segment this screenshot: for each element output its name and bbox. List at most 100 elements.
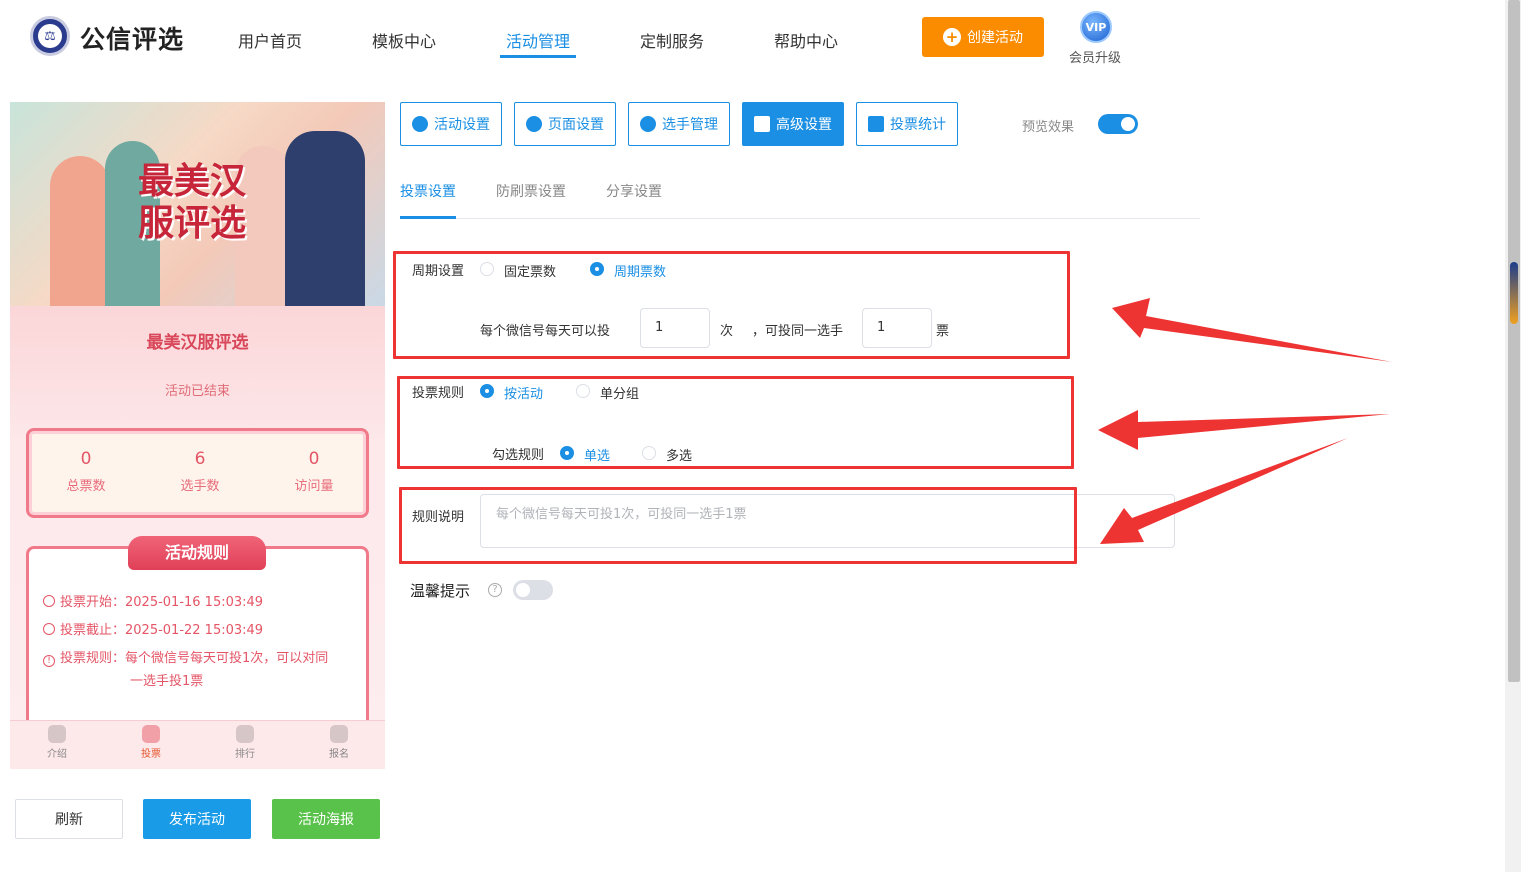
rule-end-text: 投票截止：2025-01-22 15:03:49 (60, 623, 264, 638)
nav-activity-management[interactable]: 活动管理 (506, 28, 570, 52)
stat-label: 选手数 (180, 479, 220, 494)
info-icon: ! (43, 655, 55, 667)
ranking-icon (236, 725, 254, 743)
bar-chart-icon (868, 116, 884, 132)
period-label: 周期设置 (412, 264, 465, 279)
preview-toggle[interactable] (1098, 114, 1138, 134)
preview-tab-intro[interactable]: 介绍 (10, 725, 104, 760)
subtab-divider (400, 218, 1200, 219)
vip-upgrade-link[interactable]: 会员升级 (1069, 47, 1121, 66)
vote-icon (142, 725, 160, 743)
radio-by-activity-label[interactable]: 按活动 (504, 383, 543, 402)
stat-players: 6 选手数 (143, 449, 257, 494)
radio-single-choice-label[interactable]: 单选 (584, 445, 610, 464)
nav-home[interactable]: 用户首页 (238, 28, 302, 52)
intro-icon (48, 725, 66, 743)
tab-label: 选手管理 (662, 117, 718, 133)
nav-custom-service[interactable]: 定制服务 (640, 28, 704, 52)
annotation-box-period (393, 251, 1070, 359)
nav-help-center[interactable]: 帮助中心 (774, 28, 838, 52)
tab-player-management[interactable]: 选手管理 (628, 102, 730, 146)
scrollbar-widget (1510, 262, 1518, 324)
tab-activity-settings[interactable]: 活动设置 (400, 102, 502, 146)
publish-activity-button[interactable]: 发布活动 (143, 799, 251, 839)
radio-single-group[interactable] (576, 384, 590, 398)
same-player-prefix: ，可投同一选手 (752, 324, 844, 339)
question-icon[interactable]: ? (488, 583, 502, 597)
clock-icon (43, 595, 55, 607)
radio-period-votes[interactable] (590, 262, 604, 276)
preview-tab-vote[interactable]: 投票 (104, 725, 198, 760)
per-day-unit: 次 (720, 324, 734, 339)
tab-label: 高级设置 (776, 117, 832, 133)
preview-tab-label: 介绍 (47, 749, 67, 760)
preview-tab-signup[interactable]: 报名 (292, 725, 385, 760)
warm-tip-toggle[interactable] (513, 580, 553, 600)
page-scrollbar-thumb[interactable] (1508, 0, 1520, 682)
brand-name[interactable]: 公信评选 (80, 20, 184, 56)
radio-multi-choice-label[interactable]: 多选 (666, 445, 692, 464)
clock-icon (43, 623, 55, 635)
rule-start-line: 投票开始：2025-01-16 15:03:49 (43, 591, 263, 614)
preview-activity-status: 活动已结束 (164, 384, 230, 399)
create-activity-label: 创建活动 (967, 30, 1023, 46)
stat-total-votes: 0 总票数 (29, 449, 143, 494)
users-icon (640, 116, 656, 132)
preview-rules-card: 投票开始：2025-01-16 15:03:49 投票截止：2025-01-22… (26, 546, 369, 746)
rule-end-line: 投票截止：2025-01-22 15:03:49 (43, 619, 263, 642)
radio-multi-choice[interactable] (642, 446, 656, 460)
annotation-arrow-3 (1100, 438, 1348, 544)
stat-value: 0 (308, 449, 320, 469)
tab-label: 投票统计 (890, 117, 946, 133)
create-activity-button[interactable]: + 创建活动 (922, 17, 1044, 57)
banner-figure (50, 156, 110, 306)
activity-poster-button[interactable]: 活动海报 (272, 799, 380, 839)
stat-value: 6 (194, 449, 206, 469)
settings-sliders-icon (754, 116, 770, 132)
preview-toggle-label: 预览效果 (1022, 120, 1075, 135)
radio-single-group-label[interactable]: 单分组 (600, 383, 639, 402)
stat-value: 0 (80, 449, 92, 469)
radio-fixed-votes-label[interactable]: 固定票数 (504, 261, 556, 280)
subtab-active-indicator (400, 216, 456, 219)
subtab-vote-settings[interactable]: 投票设置 (400, 181, 456, 201)
same-player-count-input[interactable]: 1 (862, 308, 932, 348)
mobile-preview: 最美汉服评选 最美汉服评选 活动已结束 0 总票数 6 选手数 0 访问量 投票… (10, 102, 385, 769)
plus-icon: + (943, 28, 961, 46)
preview-tab-label: 投票 (141, 749, 161, 760)
signup-icon (330, 725, 348, 743)
banner-title: 最美汉服评选 (138, 160, 247, 244)
radio-by-activity[interactable] (480, 384, 494, 398)
subtab-share-settings[interactable]: 分享设置 (606, 181, 662, 201)
preview-tab-label: 排行 (235, 749, 255, 760)
nav-templates[interactable]: 模板中心 (372, 28, 436, 52)
stat-label: 总票数 (66, 479, 106, 494)
star-icon (412, 116, 428, 132)
preview-tabbar: 介绍 投票 排行 报名 (10, 720, 385, 769)
tab-page-settings[interactable]: 页面设置 (514, 102, 616, 146)
annotation-arrows (1098, 298, 1392, 544)
radio-period-votes-label[interactable]: 周期票数 (614, 261, 666, 280)
banner-figure (285, 131, 365, 306)
same-player-unit: 票 (936, 324, 950, 339)
rule-start-text: 投票开始：2025-01-16 15:03:49 (60, 595, 264, 610)
warm-tip-label: 温馨提示 (410, 582, 471, 600)
annotation-arrow-1 (1112, 298, 1392, 362)
scale-icon: ⚖ (38, 24, 62, 48)
gear-icon (526, 116, 542, 132)
preview-activity-title: 最美汉服评选 (146, 333, 249, 353)
tab-advanced-settings[interactable]: 高级设置 (742, 102, 844, 146)
rule-text-line-2: 一选手投1票 (130, 674, 204, 689)
preview-tab-ranking[interactable]: 排行 (198, 725, 292, 760)
radio-single-choice[interactable] (560, 446, 574, 460)
activity-banner-image: 最美汉服评选 (10, 102, 385, 306)
refresh-button[interactable]: 刷新 (15, 799, 123, 839)
per-day-count-input[interactable]: 1 (640, 308, 710, 348)
brand-logo[interactable]: ⚖ (30, 16, 70, 56)
vip-icon[interactable]: VIP (1080, 11, 1112, 43)
radio-fixed-votes[interactable] (480, 262, 494, 276)
subtab-anti-fraud[interactable]: 防刷票设置 (496, 181, 566, 201)
preview-tab-label: 报名 (329, 749, 349, 760)
preview-stats-card: 0 总票数 6 选手数 0 访问量 (26, 428, 369, 518)
tab-vote-statistics[interactable]: 投票统计 (856, 102, 958, 146)
